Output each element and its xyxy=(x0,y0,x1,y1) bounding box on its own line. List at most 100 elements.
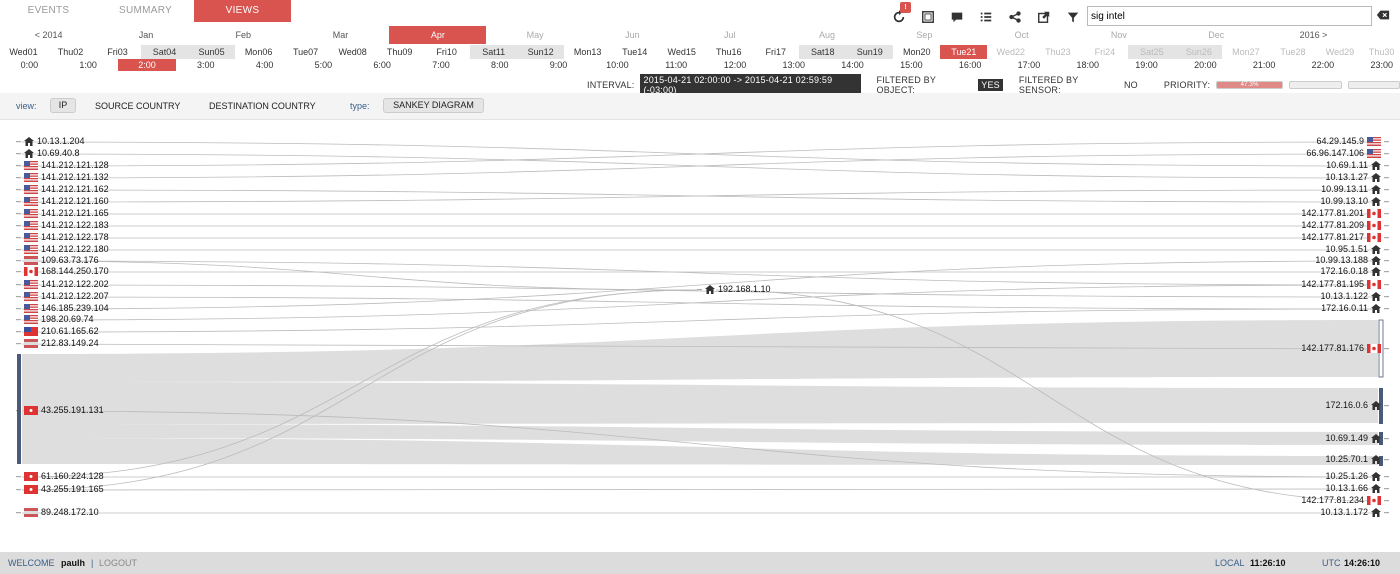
month-2[interactable]: Feb xyxy=(195,26,292,44)
hour-12[interactable]: 12:00 xyxy=(706,59,765,71)
targets-node[interactable]: 64.29.145.9 – xyxy=(1316,136,1389,146)
sources-node[interactable]: – 43.255.191.165 xyxy=(16,484,104,494)
day-fri03[interactable]: Fri03 xyxy=(94,45,141,59)
day-tue07[interactable]: Tue07 xyxy=(282,45,329,59)
sankey-link[interactable] xyxy=(21,153,1379,179)
month-5[interactable]: May xyxy=(486,26,583,44)
day-wed15[interactable]: Wed15 xyxy=(658,45,705,59)
day-sat11[interactable]: Sat11 xyxy=(470,45,518,59)
day-thu30[interactable]: Thu30 xyxy=(1363,45,1399,59)
month-6[interactable]: Jun xyxy=(584,26,681,44)
day-mon13[interactable]: Mon13 xyxy=(564,45,611,59)
sources-node[interactable]: – 141.212.122.183 xyxy=(16,220,109,230)
sources-node[interactable]: – 10.13.1.204 xyxy=(16,136,85,146)
hour-23[interactable]: 23:00 xyxy=(1352,59,1400,71)
day-wed01[interactable]: Wed01 xyxy=(0,45,47,59)
hour-14[interactable]: 14:00 xyxy=(823,59,882,71)
day-wed29[interactable]: Wed29 xyxy=(1316,45,1363,59)
targets-node[interactable]: 10.95.1.51 – xyxy=(1325,244,1389,254)
month-13[interactable]: 2016 > xyxy=(1265,26,1362,44)
hour-18[interactable]: 18:00 xyxy=(1058,59,1117,71)
search-input[interactable] xyxy=(1087,6,1372,26)
day-sun26[interactable]: Sun26 xyxy=(1175,45,1223,59)
day-thu23[interactable]: Thu23 xyxy=(1034,45,1081,59)
sources-node[interactable]: – 109.63.73.176 xyxy=(16,255,99,265)
priority-bar-medium[interactable] xyxy=(1289,81,1342,89)
day-wed22[interactable]: Wed22 xyxy=(987,45,1034,59)
sankey-link[interactable] xyxy=(21,260,1379,286)
day-sun05[interactable]: Sun05 xyxy=(188,45,236,59)
month-10[interactable]: Oct xyxy=(973,26,1070,44)
sources-node[interactable]: – 141.212.121.160 xyxy=(16,196,109,206)
sources-node[interactable]: – 198.20.69.74 xyxy=(16,314,94,324)
targets-node[interactable]: 10.13.1.172 – xyxy=(1320,507,1389,517)
day-tue21[interactable]: Tue21 xyxy=(940,45,988,59)
hour-16[interactable]: 16:00 xyxy=(941,59,1000,71)
hour-22[interactable]: 22:00 xyxy=(1294,59,1353,71)
middle-node[interactable]: – 192.168.1.10 xyxy=(697,284,771,294)
day-tue28[interactable]: Tue28 xyxy=(1269,45,1316,59)
sources-node[interactable]: – 141.212.121.162 xyxy=(16,184,109,194)
sources-node[interactable]: – 146.185.239.104 xyxy=(16,303,109,313)
source-country-button[interactable]: SOURCE COUNTRY xyxy=(95,101,180,111)
targets-node[interactable]: 10.13.1.122 – xyxy=(1320,291,1389,301)
day-sun19[interactable]: Sun19 xyxy=(846,45,894,59)
targets-node[interactable]: 10.69.1.49 – xyxy=(1325,433,1389,443)
day-tue14[interactable]: Tue14 xyxy=(611,45,658,59)
month-1[interactable]: Jan xyxy=(97,26,194,44)
month-7[interactable]: Jul xyxy=(681,26,778,44)
hour-19[interactable]: 19:00 xyxy=(1117,59,1176,71)
hour-20[interactable]: 20:00 xyxy=(1176,59,1235,71)
targets-node[interactable]: 66.96.147.106 – xyxy=(1306,148,1389,158)
targets-node[interactable]: 142.177.81.234 – xyxy=(1301,495,1389,505)
day-thu09[interactable]: Thu09 xyxy=(376,45,423,59)
sources-node[interactable]: – 141.212.121.165 xyxy=(16,208,109,218)
hour-9[interactable]: 9:00 xyxy=(529,59,588,71)
tab-events[interactable]: EVENTS xyxy=(0,0,97,22)
targets-node[interactable]: 10.13.1.27 – xyxy=(1325,172,1389,182)
sources-node[interactable]: – 10.69.40.8 xyxy=(16,148,80,158)
day-fri10[interactable]: Fri10 xyxy=(423,45,470,59)
targets-node[interactable]: 142.177.81.217 – xyxy=(1301,232,1389,242)
sankey-link[interactable] xyxy=(21,189,1379,203)
hour-5[interactable]: 5:00 xyxy=(294,59,353,71)
logout-link[interactable]: LOGOUT xyxy=(99,552,137,574)
targets-node[interactable]: 10.25.1.26 – xyxy=(1325,471,1389,481)
day-fri24[interactable]: Fri24 xyxy=(1081,45,1128,59)
targets-node[interactable]: 142.177.81.176 – xyxy=(1301,343,1389,353)
targets-node[interactable]: 142.177.81.209 – xyxy=(1301,220,1389,230)
day-mon27[interactable]: Mon27 xyxy=(1222,45,1269,59)
priority-bar-high[interactable]: 47.3% xyxy=(1216,81,1283,89)
month-4[interactable]: Apr xyxy=(389,26,487,44)
sources-node[interactable]: – 141.212.122.180 xyxy=(16,244,109,254)
hour-0[interactable]: 0:00 xyxy=(0,59,59,71)
hour-4[interactable]: 4:00 xyxy=(235,59,294,71)
tab-summary[interactable]: SUMMARY xyxy=(97,0,194,22)
month-12[interactable]: Dec xyxy=(1168,26,1265,44)
sources-node[interactable]: – 43.255.191.131 xyxy=(16,405,104,415)
month-11[interactable]: Nov xyxy=(1070,26,1167,44)
targets-node[interactable]: 172.16.0.6 – xyxy=(1325,400,1389,410)
hour-21[interactable]: 21:00 xyxy=(1235,59,1294,71)
targets-node[interactable]: 142.177.81.195 – xyxy=(1301,279,1389,289)
sources-node[interactable]: – 61.160.224.128 xyxy=(16,471,104,481)
day-thu02[interactable]: Thu02 xyxy=(47,45,94,59)
hour-6[interactable]: 6:00 xyxy=(353,59,412,71)
targets-node[interactable]: 142.177.81.201 – xyxy=(1301,208,1389,218)
month-0[interactable]: < 2014 xyxy=(0,26,97,44)
day-wed08[interactable]: Wed08 xyxy=(329,45,376,59)
targets-node[interactable]: 172.16.0.18 – xyxy=(1320,266,1389,276)
day-sun12[interactable]: Sun12 xyxy=(517,45,565,59)
sankey-diagram-button[interactable]: SANKEY DIAGRAM xyxy=(383,98,484,113)
sankey-link[interactable] xyxy=(22,320,1378,382)
clear-icon[interactable] xyxy=(1376,8,1390,22)
hour-13[interactable]: 13:00 xyxy=(764,59,823,71)
filter-sensor-value[interactable]: NO xyxy=(1124,80,1138,90)
tab-views[interactable]: VIEWS xyxy=(194,0,291,22)
sankey-link[interactable] xyxy=(21,488,1379,491)
sources-node[interactable]: – 89.248.172.10 xyxy=(16,507,99,517)
day-fri17[interactable]: Fri17 xyxy=(752,45,799,59)
targets-node[interactable]: 10.25.70.1 – xyxy=(1325,454,1389,464)
hour-10[interactable]: 10:00 xyxy=(588,59,647,71)
hour-15[interactable]: 15:00 xyxy=(882,59,941,71)
